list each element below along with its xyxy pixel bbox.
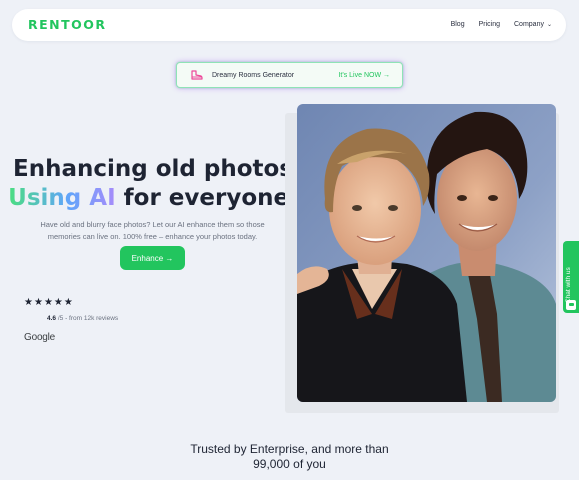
trusted-line2: 99,000 of you	[253, 457, 326, 471]
nav-company-menu[interactable]: Company ⌄	[514, 21, 552, 28]
chat-icon	[566, 300, 576, 310]
star-icon: ★	[63, 297, 73, 308]
trusted-line1: Trusted by Enterprise, and more than	[190, 442, 389, 456]
announcement-text: Dreamy Rooms Generator	[212, 72, 295, 79]
star-icon: ★	[43, 297, 53, 308]
hero-title-line1: Enhancing old photos	[13, 156, 293, 182]
chat-widget-tab[interactable]: Chat with us	[563, 241, 579, 313]
restored-photo-illustration	[297, 104, 556, 402]
nav-pricing-link[interactable]: Pricing	[479, 21, 500, 28]
enhance-button[interactable]: Enhance →	[120, 246, 185, 270]
announcement-link[interactable]: It's Live NOW →	[338, 72, 390, 79]
rating-text: 4.6 /5 - from 12k reviews	[47, 315, 118, 322]
rating-score: 4.6	[47, 315, 57, 322]
star-icon: ★	[53, 297, 63, 308]
hero-title-line2: Using AI for everyone.	[0, 185, 306, 211]
brand-logo[interactable]: RENTOOR	[28, 17, 107, 32]
nav-blog-link[interactable]: Blog	[451, 21, 465, 28]
shoe-icon	[191, 70, 203, 80]
nav-company-label: Company	[514, 21, 544, 28]
google-logo: Google	[24, 332, 56, 343]
rating-suffix: /5 - from 12k reviews	[56, 315, 119, 322]
announcement-banner[interactable]: Dreamy Rooms Generator It's Live NOW →	[176, 62, 403, 88]
star-icon: ★	[33, 297, 43, 308]
top-navbar: RENTOOR Blog Pricing Company ⌄	[12, 9, 566, 41]
hero-title-highlight: Using AI	[8, 185, 116, 211]
hero-subtitle: Have old and blurry face photos? Let our…	[40, 220, 265, 241]
rating-stars: ★ ★ ★ ★ ★	[24, 298, 73, 308]
trusted-heading: Trusted by Enterprise, and more than 99,…	[0, 442, 579, 472]
hero-title-rest: for everyone.	[115, 185, 298, 211]
chevron-down-icon: ⌄	[546, 22, 552, 28]
chat-label: Chat with us	[565, 267, 572, 303]
restored-photo	[297, 104, 556, 402]
star-icon: ★	[24, 297, 33, 308]
nav-links: Blog Pricing Company ⌄	[451, 21, 552, 28]
